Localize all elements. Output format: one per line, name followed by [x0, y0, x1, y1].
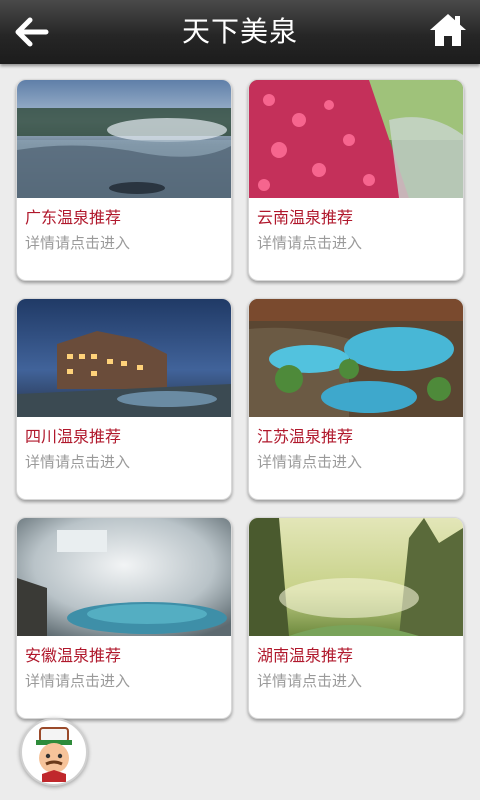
floating-avatar-button[interactable]	[20, 718, 88, 786]
card-hunan[interactable]: 湖南温泉推荐 详情请点击进入	[248, 517, 464, 719]
card-image-anhui	[17, 518, 231, 636]
top-bar: 天下美泉	[0, 0, 480, 64]
back-arrow-icon[interactable]	[10, 12, 54, 52]
card-subtitle: 详情请点击进入	[257, 672, 363, 690]
chef-avatar-icon	[24, 722, 84, 782]
card-subtitle: 详情请点击进入	[25, 672, 131, 690]
card-title: 江苏温泉推荐	[257, 427, 354, 446]
card-subtitle: 详情请点击进入	[257, 453, 363, 471]
page-title: 天下美泉	[181, 15, 298, 48]
card-image-guangdong	[17, 80, 231, 198]
card-title: 安徽温泉推荐	[25, 646, 122, 665]
card-subtitle: 详情请点击进入	[25, 453, 131, 471]
card-guangdong[interactable]: 广东温泉推荐 详情请点击进入	[16, 79, 232, 281]
card-image-jiangsu	[249, 299, 463, 417]
card-subtitle: 详情请点击进入	[25, 234, 131, 252]
card-yunnan[interactable]: 云南温泉推荐 详情请点击进入	[248, 79, 464, 281]
card-subtitle: 详情请点击进入	[257, 234, 363, 252]
card-image-hunan	[249, 518, 463, 636]
card-image-yunnan	[249, 80, 463, 198]
home-icon[interactable]	[428, 10, 468, 50]
card-image-sichuan	[17, 299, 231, 417]
card-jiangsu[interactable]: 江苏温泉推荐 详情请点击进入	[248, 298, 464, 500]
card-title: 湖南温泉推荐	[257, 646, 354, 665]
card-title: 广东温泉推荐	[25, 208, 122, 227]
card-title: 四川温泉推荐	[25, 427, 122, 446]
card-title: 云南温泉推荐	[257, 208, 354, 227]
card-sichuan[interactable]: 四川温泉推荐 详情请点击进入	[16, 298, 232, 500]
card-anhui[interactable]: 安徽温泉推荐 详情请点击进入	[16, 517, 232, 719]
